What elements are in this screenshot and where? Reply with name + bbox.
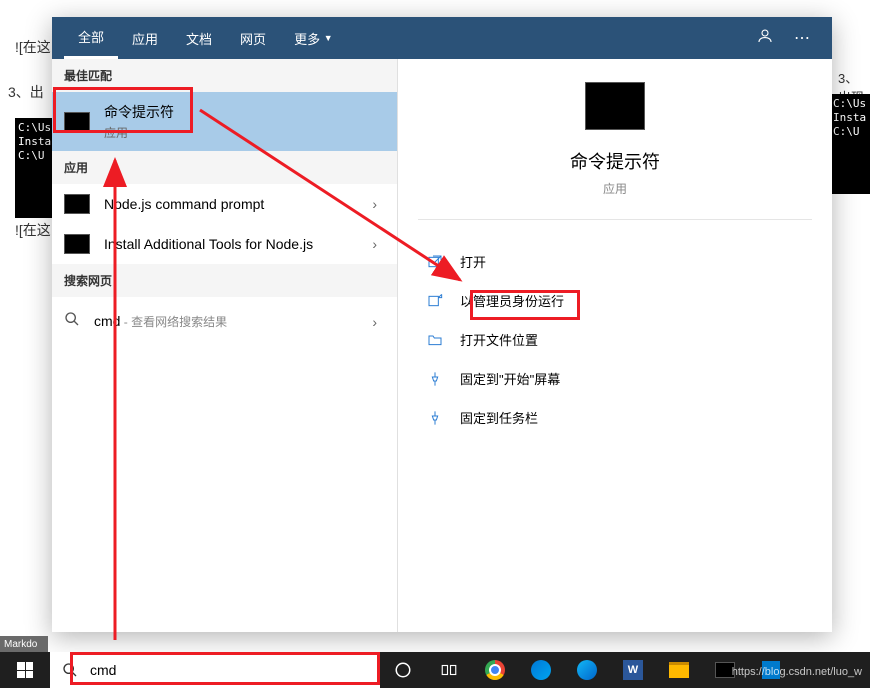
preview-panel: 命令提示符 应用 打开 以管理员身份运行 打开文件位置 固定到"开始" [397, 17, 832, 632]
search-results-popup: 全部 应用 文档 网页 更多 ▼ ⋯ 最佳匹配 命令提示符 应用 应用 Node… [52, 17, 832, 632]
preview-subtitle: 应用 [408, 180, 822, 197]
cortana-icon[interactable] [380, 652, 426, 688]
edge-icon[interactable] [518, 652, 564, 688]
watermark: https://blog.csdn.net/luo_w [732, 666, 862, 678]
action-pin-start[interactable]: 固定到"开始"屏幕 [408, 359, 822, 398]
explorer-icon[interactable] [656, 652, 702, 688]
chevron-right-icon[interactable]: › [364, 314, 385, 330]
action-label: 固定到任务栏 [460, 408, 538, 427]
pin-icon [426, 370, 444, 388]
start-button[interactable] [0, 652, 50, 688]
result-text: 命令提示符 应用 [104, 102, 385, 141]
section-search-web: 搜索网页 [52, 264, 397, 297]
tab-more[interactable]: 更多 ▼ [280, 17, 347, 59]
section-apps: 应用 [52, 151, 397, 184]
bg-text: ![在这 [15, 37, 51, 57]
open-icon [426, 253, 444, 271]
taskbar-search[interactable] [50, 652, 380, 688]
tab-more-label: 更多 [294, 29, 320, 48]
tab-apps[interactable]: 应用 [118, 17, 172, 59]
search-input[interactable] [90, 662, 368, 678]
tabs-bar: 全部 应用 文档 网页 更多 ▼ ⋯ [52, 17, 832, 59]
action-label: 打开文件位置 [460, 330, 538, 349]
result-text: Install Additional Tools for Node.js [104, 236, 364, 252]
feedback-icon[interactable] [746, 27, 784, 50]
cmd-icon [64, 112, 90, 132]
action-open-location[interactable]: 打开文件位置 [408, 320, 822, 359]
markdown-badge: Markdo [0, 636, 48, 652]
result-nodejs-prompt[interactable]: Node.js command prompt › [52, 184, 397, 224]
separator [418, 219, 812, 220]
bg-terminal: C:\Us Insta C:\U [830, 94, 870, 194]
cmd-icon [64, 194, 90, 214]
action-label: 固定到"开始"屏幕 [460, 369, 560, 388]
result-title: 命令提示符 [104, 102, 385, 122]
tab-web[interactable]: 网页 [226, 17, 280, 59]
tab-all[interactable]: 全部 [64, 17, 118, 59]
result-subtitle: 应用 [104, 124, 385, 141]
preview-app-icon [585, 82, 645, 130]
admin-icon [426, 292, 444, 310]
cmd-icon [64, 234, 90, 254]
more-icon[interactable]: ⋯ [784, 28, 820, 48]
result-nodejs-tools[interactable]: Install Additional Tools for Node.js › [52, 224, 397, 264]
word-icon[interactable]: W [610, 652, 656, 688]
bg-text: ![在这 [15, 220, 51, 240]
chevron-right-icon[interactable]: › [364, 236, 385, 252]
result-title: Node.js command prompt [104, 196, 364, 212]
result-cmd[interactable]: 命令提示符 应用 [52, 92, 397, 151]
search-icon [62, 662, 78, 678]
action-label: 打开 [460, 252, 486, 271]
result-text: Node.js command prompt [104, 196, 364, 212]
result-title: Install Additional Tools for Node.js [104, 236, 364, 252]
search-icon [64, 311, 80, 332]
web-suffix: - 查看网络搜索结果 [120, 315, 227, 329]
bg-terminal: C:\Us Insta C:\U [15, 118, 52, 218]
tab-docs[interactable]: 文档 [172, 17, 226, 59]
results-list: 最佳匹配 命令提示符 应用 应用 Node.js command prompt … [52, 17, 397, 632]
action-open[interactable]: 打开 [408, 242, 822, 281]
action-pin-taskbar[interactable]: 固定到任务栏 [408, 398, 822, 437]
windows-icon [17, 662, 33, 678]
result-text: cmd - 查看网络搜索结果 [94, 313, 364, 331]
qq-browser-icon[interactable] [564, 652, 610, 688]
section-best-match: 最佳匹配 [52, 59, 397, 92]
action-label: 以管理员身份运行 [460, 291, 564, 310]
pin-icon [426, 409, 444, 427]
chevron-down-icon: ▼ [324, 33, 333, 43]
action-run-as-admin[interactable]: 以管理员身份运行 [408, 281, 822, 320]
task-view-icon[interactable] [426, 652, 472, 688]
chrome-icon[interactable] [472, 652, 518, 688]
folder-icon [426, 331, 444, 349]
preview-title: 命令提示符 [408, 148, 822, 174]
result-web-search[interactable]: cmd - 查看网络搜索结果 › [52, 297, 397, 346]
chevron-right-icon[interactable]: › [364, 196, 385, 212]
web-query: cmd [94, 313, 120, 329]
bg-text: 3、出 [8, 82, 44, 102]
